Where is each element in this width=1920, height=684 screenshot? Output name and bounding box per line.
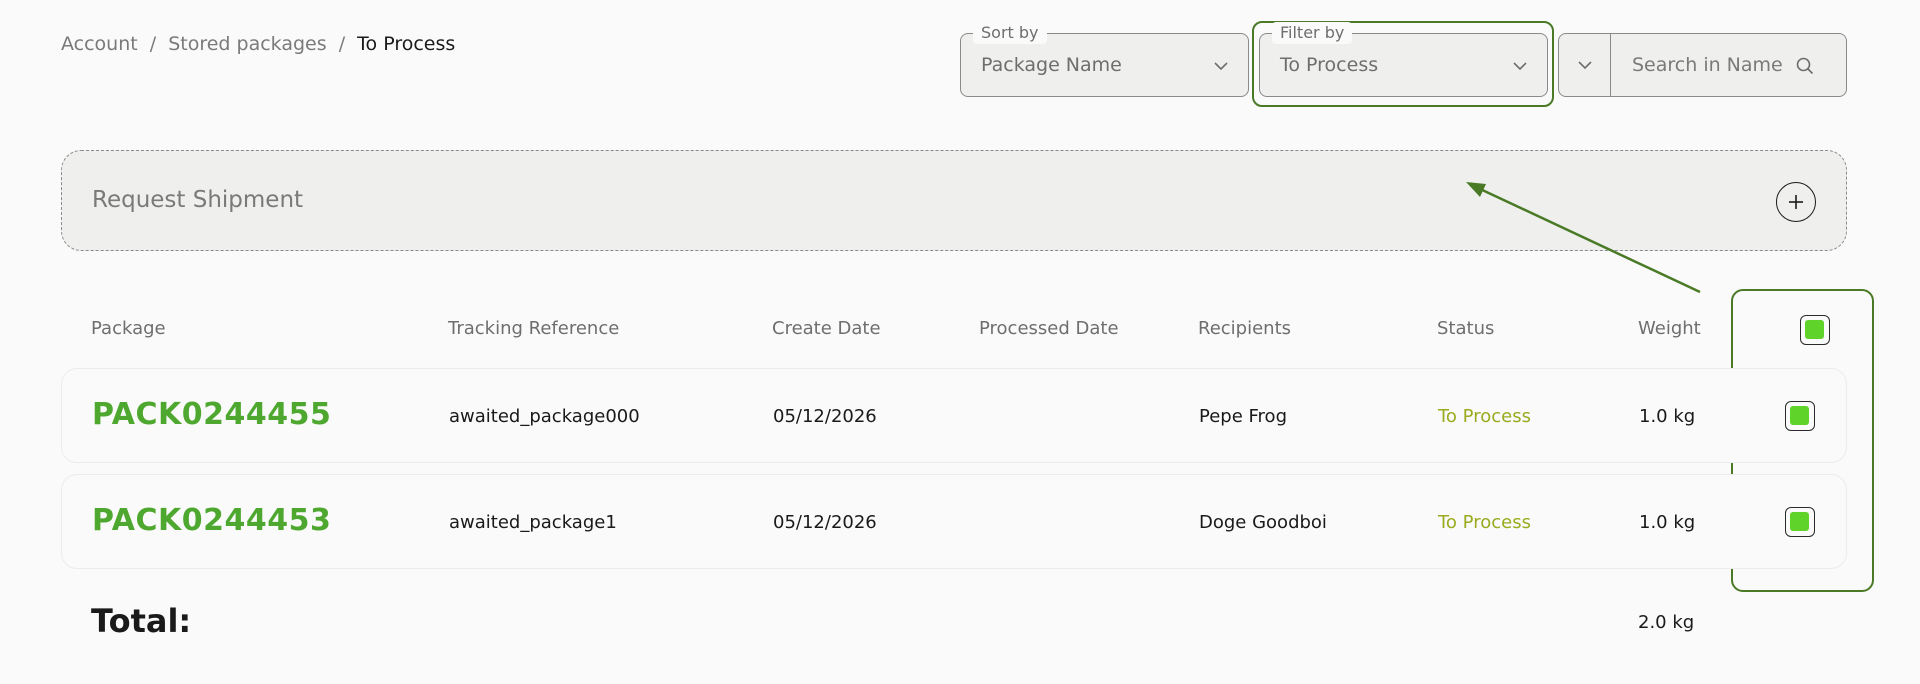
search-input[interactable] <box>1612 34 1782 96</box>
column-header-package[interactable]: Package <box>91 318 166 339</box>
package-id-link[interactable]: PACK0244455 <box>92 397 331 432</box>
chevron-down-icon <box>1578 61 1592 70</box>
tracking-reference: awaited_package1 <box>449 512 617 533</box>
total-weight: 2.0 kg <box>1638 612 1695 633</box>
select-all-checkbox[interactable] <box>1800 315 1830 345</box>
status-badge: To Process <box>1438 406 1531 427</box>
column-header-tracking[interactable]: Tracking Reference <box>448 318 619 339</box>
sort-by-select[interactable]: Sort by Package Name <box>960 22 1249 97</box>
total-label: Total: <box>91 602 192 640</box>
breadcrumb-item-stored-packages[interactable]: Stored packages <box>168 33 326 55</box>
chevron-down-icon <box>1513 62 1527 71</box>
request-shipment-label: Request Shipment <box>92 187 304 213</box>
chevron-down-icon <box>1214 62 1228 71</box>
breadcrumb: Account / Stored packages / To Process <box>61 33 455 55</box>
table-row: PACK0244453 awaited_package1 05/12/2026 … <box>61 474 1847 569</box>
sort-by-value: Package Name <box>981 54 1122 76</box>
search-icon[interactable] <box>1795 56 1815 76</box>
checkbox-checked-indicator <box>1805 320 1824 339</box>
package-weight: 1.0 kg <box>1639 512 1696 533</box>
checkbox-checked-indicator <box>1790 512 1809 531</box>
recipient-name: Doge Goodboi <box>1199 512 1327 533</box>
sort-by-label: Sort by <box>973 22 1047 44</box>
column-header-create-date[interactable]: Create Date <box>772 318 881 339</box>
filter-by-value: To Process <box>1280 54 1379 76</box>
status-badge: To Process <box>1438 512 1531 533</box>
column-header-recipients[interactable]: Recipients <box>1198 318 1291 339</box>
breadcrumb-separator: / <box>149 33 157 55</box>
plus-icon <box>1789 195 1803 209</box>
create-date: 05/12/2026 <box>773 512 877 533</box>
package-id-link[interactable]: PACK0244453 <box>92 503 331 538</box>
search-field-dropdown[interactable] <box>1559 34 1611 96</box>
recipient-name: Pepe Frog <box>1199 406 1287 427</box>
filter-by-label: Filter by <box>1272 22 1353 44</box>
breadcrumb-item-account[interactable]: Account <box>61 33 138 55</box>
column-header-weight[interactable]: Weight <box>1638 318 1701 339</box>
create-date: 05/12/2026 <box>773 406 877 427</box>
column-header-processed-date[interactable]: Processed Date <box>979 318 1119 339</box>
filter-by-select[interactable]: Filter by To Process <box>1259 22 1548 97</box>
annotation-arrow <box>1466 182 1701 294</box>
breadcrumb-current: To Process <box>357 33 456 55</box>
table-row: PACK0244455 awaited_package000 05/12/202… <box>61 368 1847 463</box>
column-header-status[interactable]: Status <box>1437 318 1494 339</box>
row-select-checkbox[interactable] <box>1785 507 1815 537</box>
package-weight: 1.0 kg <box>1639 406 1696 427</box>
request-shipment-dropzone[interactable]: Request Shipment <box>61 150 1847 251</box>
row-select-checkbox[interactable] <box>1785 401 1815 431</box>
add-shipment-button[interactable] <box>1776 182 1816 222</box>
search-group <box>1558 33 1847 97</box>
checkbox-checked-indicator <box>1790 406 1809 425</box>
tracking-reference: awaited_package000 <box>449 406 640 427</box>
breadcrumb-separator: / <box>338 33 346 55</box>
